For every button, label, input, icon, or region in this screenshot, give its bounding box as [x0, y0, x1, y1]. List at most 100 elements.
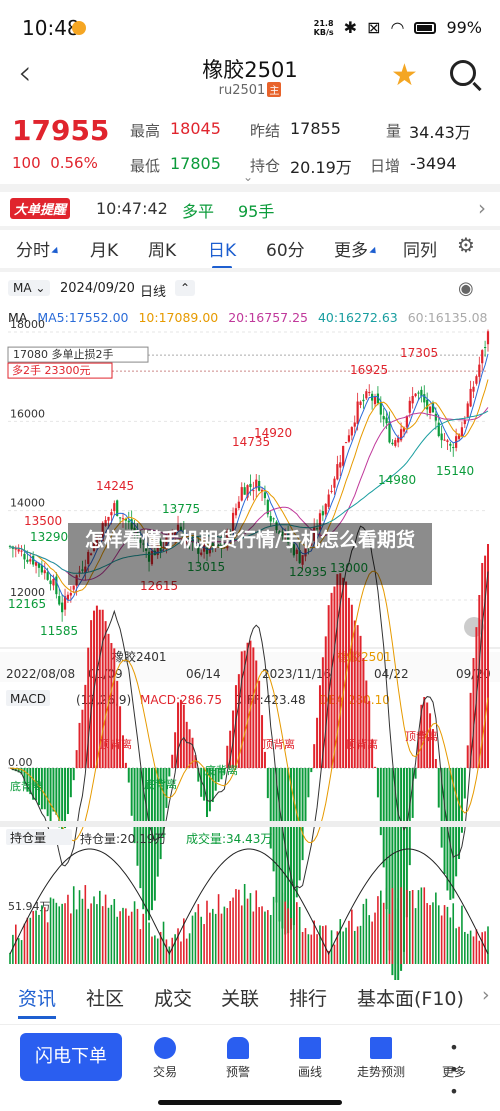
- candle-body: [417, 392, 420, 394]
- price-annotation: 16925: [350, 363, 388, 377]
- candle-body: [342, 445, 345, 466]
- tab-daily[interactable]: 日K: [208, 236, 236, 269]
- tab-related[interactable]: 关联: [221, 984, 259, 1011]
- price-annotation: 13290: [30, 530, 68, 544]
- back-icon[interactable]: ‹: [18, 56, 32, 90]
- candle-body: [14, 548, 17, 550]
- candle-body: [356, 401, 359, 424]
- indicator-select[interactable]: MA ⌄: [8, 280, 51, 296]
- candle-body: [34, 562, 38, 566]
- candle-body: [321, 511, 324, 516]
- divergence-signal: 底背离: [10, 779, 43, 793]
- tab-intraday[interactable]: 分时: [16, 236, 61, 261]
- tab-label: 分时: [16, 241, 50, 261]
- candle-body: [17, 549, 20, 552]
- divergence-signal: 顶背离: [99, 737, 132, 751]
- candle-body: [43, 570, 46, 574]
- price-change: 100 0.56%: [12, 154, 98, 172]
- candle-body: [394, 440, 397, 446]
- net-speed: 21.8 KB/s: [313, 18, 334, 37]
- tab-same-list[interactable]: 同列: [403, 236, 437, 261]
- indicator-label: MA: [13, 281, 32, 295]
- eye-icon[interactable]: ◉: [458, 278, 474, 299]
- candle-body: [469, 388, 472, 407]
- chevron-right-icon[interactable]: ›: [478, 196, 486, 220]
- trade-icon: [154, 1037, 176, 1059]
- big-order-time: 10:47:42: [96, 199, 168, 218]
- expand-icon[interactable]: ⌄: [243, 170, 253, 184]
- vol-label: 量: [386, 122, 402, 140]
- gear-icon[interactable]: ⚙: [457, 233, 475, 257]
- candle-body: [344, 442, 348, 444]
- draw-button[interactable]: 画线: [280, 1037, 340, 1080]
- low-value: 17805: [170, 154, 221, 173]
- candle-body: [408, 400, 411, 413]
- flash-order-button[interactable]: 闪电下单: [20, 1033, 122, 1081]
- candle-body: [237, 501, 240, 509]
- divergence-signal: 底背离: [144, 777, 177, 791]
- tab-trades[interactable]: 成交: [154, 984, 192, 1011]
- chart-date: 2024/09/20: [60, 281, 135, 296]
- candle-body: [52, 578, 55, 586]
- change-pct: 0.56%: [50, 154, 98, 172]
- more-button[interactable]: • • • 更多: [424, 1037, 484, 1101]
- weibo-icon: [72, 21, 86, 35]
- position-text: 多2手 23300元: [12, 363, 91, 377]
- tab-news[interactable]: 资讯: [18, 984, 57, 1019]
- candle-body: [443, 439, 446, 441]
- big-order-bar[interactable]: 大单提醒 10:47:42 多平 95手 ›: [0, 194, 500, 224]
- candle-body: [391, 442, 394, 445]
- forecast-button[interactable]: 走势预测: [351, 1037, 411, 1080]
- pen-icon: [299, 1037, 321, 1059]
- tab-60min[interactable]: 60分: [266, 236, 305, 261]
- candle-body: [475, 376, 478, 384]
- candle-body: [373, 397, 377, 405]
- candle-body: [55, 576, 58, 595]
- oi-name: 持仓量: [10, 830, 46, 845]
- candle-body: [269, 516, 272, 522]
- search-icon[interactable]: [450, 60, 476, 86]
- candle-body: [353, 422, 356, 427]
- candle-body: [434, 413, 437, 421]
- dea-line: [9, 570, 489, 844]
- wifi-icon: ◠: [390, 18, 405, 37]
- divergence-signal: 顶背离: [405, 729, 438, 743]
- article-title-overlay: 怎样看懂手机期货行情/手机怎么看期货: [68, 523, 432, 585]
- dayinc-label: 日增: [370, 157, 401, 175]
- kline-chart[interactable]: 1800016000140001200017080 多单止损2手多2手 2330…: [0, 300, 500, 980]
- oi-value: 持仓量:20.19万: [80, 831, 166, 846]
- stop-loss-text: 17080 多单止损2手: [13, 347, 114, 361]
- divergence-signal: 顶背离: [345, 737, 378, 751]
- tab-weekly[interactable]: 周K: [148, 236, 176, 261]
- candle-body: [29, 559, 32, 562]
- quote-panel: 17955 100 0.56% 最高 18045 最低 17805 昨结 178…: [0, 108, 500, 184]
- star-icon[interactable]: ★: [391, 58, 418, 93]
- dropdown-icon: [369, 246, 379, 256]
- more-label: 更多: [441, 1065, 466, 1079]
- low-label: 最低: [130, 157, 161, 175]
- tab-monthly[interactable]: 月K: [90, 236, 118, 261]
- chevron-up-icon[interactable]: ⌃: [175, 280, 196, 296]
- alert-label: 预警: [225, 1065, 250, 1079]
- price-annotation: 14920: [254, 426, 292, 440]
- candle-body: [66, 594, 70, 600]
- tab-ranking[interactable]: 排行: [289, 984, 327, 1011]
- status-icons: 21.8 KB/s ✱ ⊠ ◠ 99%: [314, 18, 482, 37]
- trade-button[interactable]: 交易: [135, 1037, 195, 1080]
- chart-period: 日线: [140, 285, 167, 300]
- tab-community[interactable]: 社区: [86, 984, 124, 1011]
- tab-more[interactable]: 更多: [334, 236, 379, 261]
- contract-label: 橡胶2401: [112, 649, 167, 664]
- status-time: 10:48: [22, 16, 80, 40]
- contract-code: ru2501 主: [0, 82, 500, 98]
- vol-value: 34.43万: [409, 123, 471, 142]
- candle-body: [446, 440, 449, 443]
- candle-body: [472, 386, 475, 392]
- candle-body: [327, 494, 330, 507]
- action-bar: 闪电下单 交易 预警 画线 走势预测 • • • 更多: [0, 1024, 500, 1101]
- alert-button[interactable]: 预警: [208, 1037, 268, 1080]
- tab-fundamentals[interactable]: 基本面(F10): [357, 984, 464, 1011]
- more-dots-icon: • • •: [449, 1038, 459, 1101]
- chevron-right-icon[interactable]: ›: [482, 984, 490, 1006]
- big-order-direction: 多平: [182, 202, 215, 221]
